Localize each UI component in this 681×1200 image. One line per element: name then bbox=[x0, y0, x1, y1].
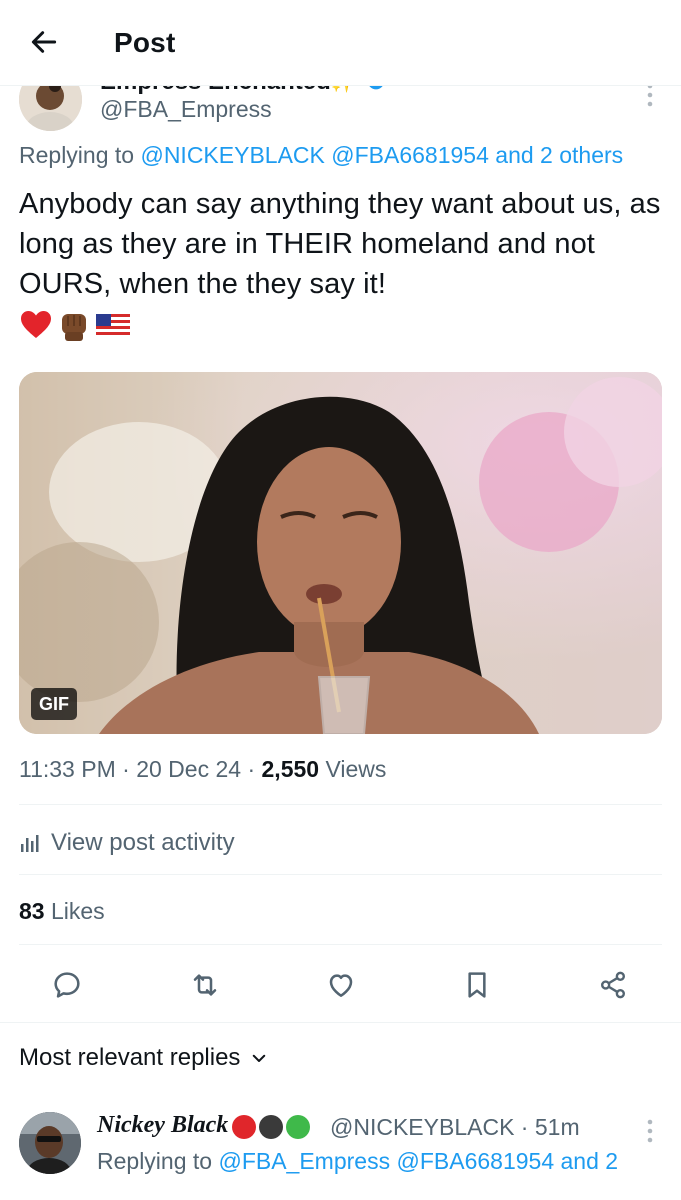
bar-chart-icon bbox=[21, 835, 39, 852]
repost-button[interactable] bbox=[182, 962, 228, 1008]
replies-sort-label: Most relevant replies bbox=[19, 1044, 241, 1071]
repost-icon bbox=[193, 974, 217, 996]
view-post-activity-link[interactable]: View post activity bbox=[19, 826, 235, 860]
share-button[interactable] bbox=[590, 962, 636, 1008]
mention-link-2[interactable]: @FBA6681954 bbox=[331, 142, 489, 168]
mention-others-link[interactable]: and 2 others bbox=[495, 142, 623, 168]
likes-count: 83 bbox=[19, 898, 45, 924]
section-divider bbox=[0, 1022, 681, 1023]
post-date: 20 Dec 24 bbox=[136, 756, 242, 782]
mention-link-1[interactable]: @NICKEYBLACK bbox=[140, 142, 324, 168]
comment-icon bbox=[54, 972, 80, 998]
heart-icon bbox=[329, 974, 353, 997]
meta-separator-1: · bbox=[122, 756, 130, 782]
red-heart-icon bbox=[21, 311, 51, 338]
reply-avatar[interactable] bbox=[19, 1112, 81, 1174]
red-circle-icon bbox=[232, 1115, 256, 1139]
raised-fist-icon bbox=[62, 314, 86, 341]
post-screen: Empress Enchanted✨ @FBA_Empress Post Rep… bbox=[0, 0, 681, 1200]
views-label: Views bbox=[325, 756, 387, 782]
gif-media[interactable]: GIF bbox=[19, 372, 662, 734]
likes-summary[interactable]: 83 Likes bbox=[19, 898, 105, 925]
reply-item[interactable]: Nickey Black @NICKEYBLACK · 51m Replying… bbox=[0, 1108, 681, 1200]
divider bbox=[19, 944, 662, 945]
post-meta: 11:33 PM · 20 Dec 24 · 2,550 Views bbox=[19, 756, 386, 783]
reply-mention-2[interactable]: @FBA6681954 bbox=[396, 1148, 554, 1174]
us-flag-icon bbox=[96, 314, 130, 336]
replies-sort-dropdown[interactable]: Most relevant replies bbox=[19, 1044, 268, 1072]
share-icon bbox=[601, 971, 625, 999]
replying-to-prefix: Replying to bbox=[19, 142, 135, 168]
reply-mention-1[interactable]: @FBA_Empress bbox=[218, 1148, 390, 1174]
likes-label: Likes bbox=[50, 898, 105, 924]
black-circle-icon bbox=[259, 1115, 283, 1139]
views-count[interactable]: 2,550 bbox=[262, 756, 320, 782]
post-time: 11:33 PM bbox=[19, 756, 116, 782]
meta-separator-2: · bbox=[247, 756, 256, 782]
gif-badge: GIF bbox=[31, 688, 77, 720]
like-button[interactable] bbox=[318, 962, 364, 1008]
reply-mention-others[interactable]: and 2 bbox=[561, 1148, 619, 1174]
bookmark-button[interactable] bbox=[454, 962, 500, 1008]
page-title: Post bbox=[114, 27, 176, 58]
reply-handle[interactable]: @NICKEYBLACK bbox=[330, 1114, 514, 1140]
reply-replying-prefix: Replying to bbox=[97, 1148, 213, 1174]
green-circle-icon bbox=[286, 1115, 310, 1139]
action-bar bbox=[0, 962, 681, 1008]
author-handle[interactable]: @FBA_Empress bbox=[100, 96, 272, 123]
tweet-emojis bbox=[19, 308, 131, 342]
reply-button[interactable] bbox=[44, 962, 90, 1008]
reply-separator: · bbox=[520, 1114, 529, 1140]
view-post-activity-label: View post activity bbox=[51, 829, 235, 856]
top-bar: Post bbox=[0, 0, 681, 86]
replying-to-line: Replying to @NICKEYBLACK @FBA6681954 and… bbox=[19, 142, 623, 169]
reply-replying-to-line: Replying to @FBA_Empress @FBA6681954 and… bbox=[97, 1148, 618, 1175]
reply-name-emojis bbox=[232, 1115, 310, 1139]
reply-author-name[interactable]: Nickey Black bbox=[97, 1112, 228, 1139]
reply-time: 51m bbox=[534, 1114, 580, 1140]
chevron-down-icon bbox=[253, 1054, 266, 1062]
bookmark-icon bbox=[468, 972, 486, 998]
reply-handle-line: @NICKEYBLACK · 51m bbox=[330, 1114, 580, 1141]
divider bbox=[19, 804, 662, 805]
tweet-text: Anybody can say anything they want about… bbox=[19, 188, 661, 300]
divider bbox=[19, 874, 662, 875]
reply-more-options-icon[interactable] bbox=[640, 1116, 660, 1146]
arrow-left-icon[interactable] bbox=[26, 24, 62, 60]
